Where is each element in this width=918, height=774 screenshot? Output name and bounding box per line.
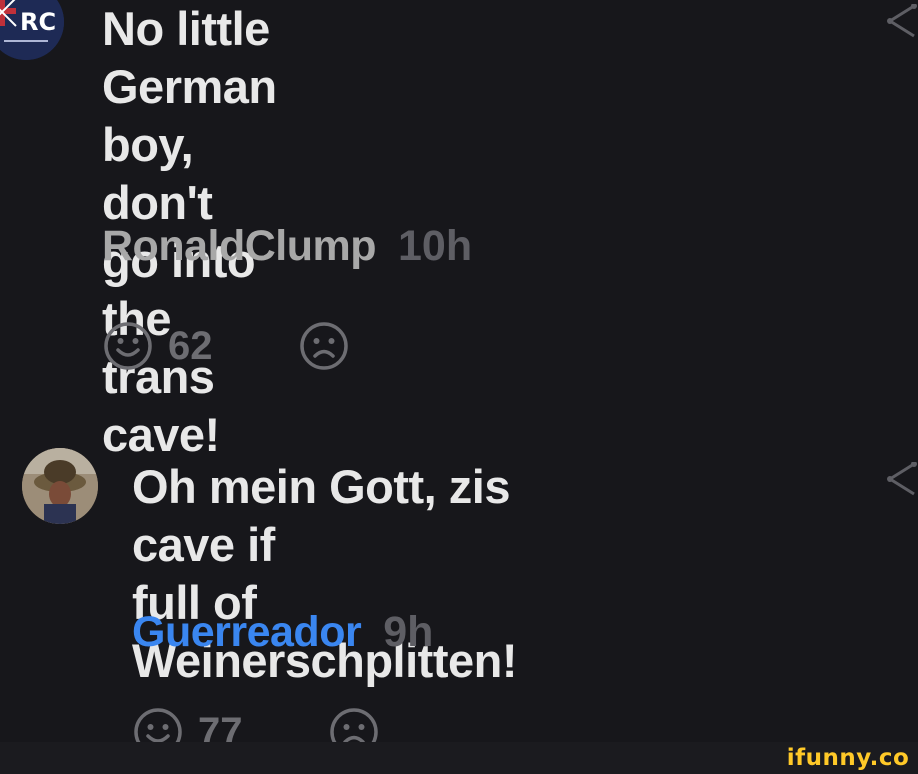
dislike-button[interactable] (298, 320, 350, 372)
smile-icon (104, 322, 152, 370)
like-button[interactable]: 62 (102, 320, 213, 372)
like-count: 62 (168, 323, 213, 368)
share-icon[interactable] (884, 3, 918, 43)
timestamp: 9h (383, 608, 434, 656)
avatar-label: RC (20, 8, 56, 36)
comment-meta: Guerreador 9h (132, 608, 433, 657)
comment-meta: RonaldClump 10h (102, 222, 472, 271)
avatar[interactable]: RC (0, 0, 64, 60)
avatar-image: RC (0, 0, 64, 60)
frown-icon (300, 322, 348, 370)
avatar[interactable] (22, 448, 98, 524)
avatar-image (22, 448, 98, 524)
share-icon[interactable] (884, 461, 918, 501)
watermark: ifunny.co (778, 742, 918, 774)
username[interactable]: Guerreador (132, 608, 362, 656)
timestamp: 10h (397, 222, 473, 270)
watermark-text: ifunny.co (786, 745, 910, 771)
username[interactable]: RonaldClump (102, 222, 376, 270)
bottom-bar (0, 742, 778, 774)
